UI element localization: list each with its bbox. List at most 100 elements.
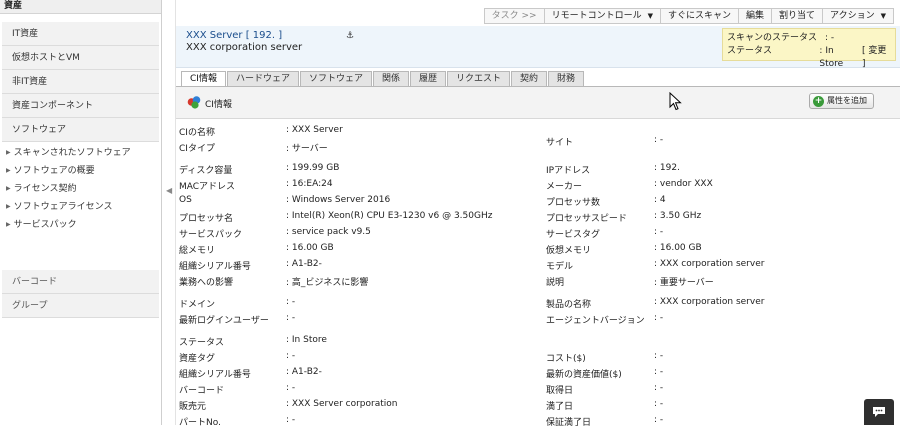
network-icon[interactable]: ⚓ xyxy=(346,31,354,41)
caret-down-icon: ▼ xyxy=(880,12,886,20)
detail-value: : - xyxy=(286,415,296,425)
detail-label: ドメイン xyxy=(179,300,216,310)
actions-dropdown[interactable]: アクション ▼ xyxy=(822,9,893,23)
detail-row: ドメイン : - 製品の名称 : XXX corporation server xyxy=(179,297,900,313)
detail-value: : A1-B2- xyxy=(286,367,322,377)
triangle-right-icon: ▶ xyxy=(6,149,11,156)
detail-label: プロセッサ名 xyxy=(179,214,234,224)
sidebar-item-virtual-hosts[interactable]: 仮想ホストとVM xyxy=(2,46,159,70)
sidebar-item-asset-components[interactable]: 資産コンポーネント xyxy=(2,94,159,118)
detail-label: サービスタグ xyxy=(546,230,601,240)
detail-value: : XXX corporation server xyxy=(654,297,765,307)
detail-value: : - xyxy=(286,351,296,361)
sidebar-subitem-scanned-software[interactable]: ▶ スキャンされたソフトウェア xyxy=(0,144,161,162)
detail-label: エージェントバージョン xyxy=(546,316,645,326)
scan-status-value: : - xyxy=(825,33,835,43)
tab-history[interactable]: 履歴 xyxy=(410,71,447,87)
detail-value: : 192. xyxy=(654,163,680,173)
detail-value: : 4 xyxy=(654,195,666,205)
tasks-link[interactable]: タスク >> xyxy=(485,9,544,23)
sidebar-item-non-it-assets[interactable]: 非IT資産 xyxy=(2,70,159,94)
tab-relationships[interactable]: 関係 xyxy=(372,71,409,87)
detail-row: OS: Windows Server 2016 プロセッサ数: 4 xyxy=(179,195,900,211)
detail-row: 販売元: XXX Server corporation 満了日: - xyxy=(179,399,900,415)
sidebar-subitem-software-licenses[interactable]: ▶ ソフトウェアライセンス xyxy=(0,198,161,216)
sidebar-item-it-assets[interactable]: IT資産 xyxy=(2,22,159,46)
add-attribute-button[interactable]: + 属性を追加 xyxy=(809,93,874,109)
detail-label: 販売元 xyxy=(179,402,207,412)
detail-value: : - xyxy=(654,135,664,145)
detail-label: 保証満了日 xyxy=(546,418,592,428)
tab-contracts[interactable]: 契約 xyxy=(511,71,548,87)
panel-title: CI情報 xyxy=(205,100,232,110)
assign-button[interactable]: 割り当て xyxy=(771,9,822,23)
scan-now-button[interactable]: すぐにスキャン xyxy=(660,9,738,23)
detail-value: : - xyxy=(286,297,296,307)
detail-label: 最新の資産価値($) xyxy=(546,370,622,380)
detail-label: 取得日 xyxy=(546,386,574,396)
chat-button[interactable] xyxy=(864,399,894,425)
detail-label: 説明 xyxy=(546,278,565,288)
detail-label: 組織シリアル番号 xyxy=(179,262,251,272)
detail-value: : 3.50 GHz xyxy=(654,211,702,221)
detail-value: : 16.00 GB xyxy=(286,243,334,253)
status-value: : In Store xyxy=(819,46,844,69)
sidebar-subitem-software-summary[interactable]: ▶ ソフトウェアの概要 xyxy=(0,162,161,180)
ci-details: CIの名称: XXX Server CIタイプ: サーバー サイト: - ディスク容量… xyxy=(179,125,900,431)
detail-label: サービスパック xyxy=(179,230,243,240)
detail-row: 組織シリアル番号: A1-B2- 最新の資産価値($): - xyxy=(179,367,900,383)
detail-value: : - xyxy=(654,415,664,425)
detail-value: : XXX Server corporation xyxy=(286,399,398,409)
detail-label: バーコード xyxy=(179,386,225,396)
detail-row: CIの名称 : XXX Server xyxy=(179,125,900,141)
detail-label: IPアドレス xyxy=(546,166,591,176)
detail-label: メーカー xyxy=(546,182,583,192)
change-status-link[interactable]: [ 変更 ] xyxy=(862,45,891,69)
tab-financials[interactable]: 財務 xyxy=(548,71,585,87)
detail-value: : - xyxy=(654,227,664,237)
detail-label: OS xyxy=(179,195,192,205)
detail-value: : - xyxy=(286,313,296,323)
plus-icon: + xyxy=(813,95,824,107)
tab-hardware[interactable]: ハードウェア xyxy=(226,71,299,87)
detail-row: MACアドレス: 16:EA:24 メーカー: vendor XXX xyxy=(179,179,900,195)
detail-value: : - xyxy=(654,351,664,361)
tab-software[interactable]: ソフトウェア xyxy=(299,71,372,87)
detail-row: 総メモリ: 16.00 GB 仮想メモリ: 16.00 GB xyxy=(179,243,900,259)
chat-icon xyxy=(873,407,885,417)
triangle-right-icon: ▶ xyxy=(6,203,11,210)
detail-row: CIタイプ: サーバー サイト: - xyxy=(179,135,900,157)
scan-status-label: スキャンのステータス xyxy=(727,33,818,43)
detail-row: 最新ログインユーザー: - エージェントバージョン: - xyxy=(179,313,900,329)
detail-value: : - xyxy=(654,399,664,409)
detail-value: : XXX Server xyxy=(286,125,343,135)
detail-label: MACアドレス xyxy=(179,182,236,192)
status-box: スキャンのステータス : - ステータス : In Store [ 変更 ] xyxy=(722,28,896,69)
detail-value: : Windows Server 2016 xyxy=(286,195,391,205)
detail-label: CIの名称 xyxy=(179,128,215,138)
detail-value: : - xyxy=(654,367,664,377)
tab-requests[interactable]: リクエスト xyxy=(447,71,511,87)
detail-label: サイト xyxy=(546,138,574,148)
sidebar-subitem-license-agreements[interactable]: ▶ ライセンス契約 xyxy=(0,180,161,198)
detail-value: : In Store xyxy=(286,335,327,345)
mouse-pointer-icon xyxy=(669,92,682,111)
sidebar-item-groups[interactable]: グループ xyxy=(2,294,159,318)
detail-value: : - xyxy=(654,313,664,323)
edit-button[interactable]: 編集 xyxy=(738,9,771,23)
sidebar-item-software[interactable]: ソフトウェア xyxy=(2,118,159,142)
detail-label: 資産タグ xyxy=(179,354,216,364)
ci-header: XXX Server [ 192. ] ⚓ XXX corporation se… xyxy=(176,26,900,69)
sidebar-header: 資産 xyxy=(0,0,161,14)
detail-label: 製品の名称 xyxy=(546,300,592,310)
remote-control-dropdown[interactable]: リモートコントロール ▼ xyxy=(543,9,660,23)
tab-ci-info[interactable]: CI情報 xyxy=(181,71,226,87)
detail-row: サービスパック: service pack v9.5 サービスタグ: - xyxy=(179,227,900,243)
collapse-handle-icon[interactable]: ◀ xyxy=(166,186,172,195)
status-label: ステータス xyxy=(727,46,773,56)
sidebar-subitem-service-packs[interactable]: ▶ サービスパック xyxy=(0,216,161,234)
detail-label: プロセッサスピード xyxy=(546,214,627,224)
sidebar-item-barcode[interactable]: バーコード xyxy=(2,270,159,294)
detail-row: 業務への影響: 高_ビジネスに影響 説明: 重要サーバー xyxy=(179,275,900,291)
breadcrumb xyxy=(176,0,900,8)
